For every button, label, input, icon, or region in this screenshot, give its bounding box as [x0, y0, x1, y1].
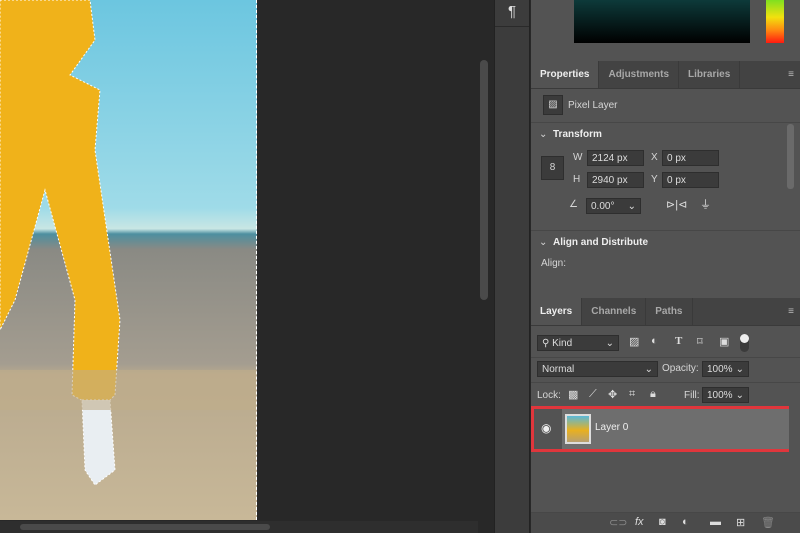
adjustment-layer-icon[interactable]: ◐ — [682, 516, 689, 528]
tab-channels[interactable]: Channels — [582, 298, 647, 325]
angle-field[interactable]: 0.00° ⌄ — [586, 198, 641, 214]
lock-all-icon[interactable]: 🔒︎ — [650, 388, 656, 401]
x-label: X — [651, 152, 658, 163]
new-group-folder-icon[interactable]: ▬ — [710, 516, 721, 528]
kind-value: Kind — [552, 338, 573, 349]
panel-menu-icon[interactable]: ≡ — [782, 298, 800, 325]
tab-adjustments[interactable]: Adjustments — [599, 61, 680, 88]
flip-horizontal-icon[interactable]: ⊳|⊲ — [666, 198, 687, 211]
lock-paint-brush-icon[interactable]: ⟋ — [589, 388, 597, 401]
link-icon[interactable]: 8 — [541, 156, 564, 180]
pixel-layer-icon: ▨ — [543, 95, 563, 115]
align-header[interactable]: Align and Distribute — [553, 237, 648, 248]
blend-mode-value: Normal — [542, 364, 575, 375]
fx-icon[interactable]: fx — [635, 516, 644, 528]
vertical-scrollbar[interactable] — [480, 60, 488, 300]
angle-icon: ∠ — [569, 199, 578, 210]
panel-icon-strip: ¶ — [494, 0, 530, 533]
image-with-selection[interactable] — [0, 0, 257, 520]
color-field[interactable] — [574, 0, 750, 43]
properties-scrollbar[interactable] — [787, 124, 794, 189]
y-label: Y — [651, 174, 658, 185]
x-field[interactable]: 0 px — [662, 150, 719, 166]
type-filter-icon[interactable]: T — [675, 335, 682, 347]
smart-object-filter-icon[interactable]: ▣ — [719, 335, 729, 348]
align-label: Align: — [541, 258, 567, 269]
visibility-eye-icon[interactable]: ◉ — [541, 421, 551, 435]
lock-transparency-icon[interactable]: ▩ — [568, 388, 578, 401]
properties-panel: Properties Adjustments Libraries ≡ ▨ Pix… — [531, 61, 800, 297]
flip-vertical-icon[interactable]: ⏚ — [700, 196, 711, 212]
hue-slider[interactable] — [766, 0, 784, 43]
shape-filter-icon[interactable]: ⌑ — [697, 335, 703, 348]
layer-row[interactable]: ◉ Layer 0 — [531, 406, 789, 452]
blend-mode-select[interactable]: Normal ⌄ — [537, 361, 658, 377]
fill-label: Fill: — [684, 390, 700, 401]
photo-figure — [0, 0, 256, 486]
tab-layers[interactable]: Layers — [531, 298, 583, 325]
new-layer-icon[interactable]: ⊞ — [736, 516, 745, 529]
paragraph-icon[interactable]: ¶ — [495, 0, 529, 27]
adjustment-filter-icon[interactable]: ◐ — [651, 335, 658, 347]
opacity-value: 100% — [707, 364, 733, 375]
layer-thumbnail — [565, 414, 591, 444]
tab-libraries[interactable]: Libraries — [679, 61, 741, 88]
color-picker-panel — [531, 0, 800, 58]
chevron-down-icon[interactable]: ⌄ — [539, 237, 547, 248]
lock-position-move-icon[interactable]: ✥ — [608, 388, 617, 401]
angle-value: 0.00° — [591, 201, 615, 212]
h-label: H — [573, 174, 581, 185]
panel-menu-icon[interactable]: ≡ — [782, 61, 800, 88]
lock-label: Lock: — [537, 390, 561, 401]
tab-properties[interactable]: Properties — [531, 61, 600, 88]
width-field[interactable]: 2124 px — [587, 150, 644, 166]
opacity-field[interactable]: 100% ⌄ — [702, 361, 749, 377]
layer-type-label: Pixel Layer — [568, 100, 618, 111]
transform-header[interactable]: Transform — [553, 129, 602, 140]
height-field[interactable]: 2940 px — [587, 172, 644, 188]
link-layers-icon[interactable]: ⊂⊃ — [609, 516, 627, 529]
pixel-filter-icon[interactable]: ▨ — [629, 335, 639, 348]
y-field[interactable]: 0 px — [662, 172, 719, 188]
w-label: W — [573, 152, 583, 163]
kind-filter-select[interactable]: ⚲ Kind ⌄ — [537, 335, 619, 351]
fill-field[interactable]: 100% ⌄ — [702, 387, 749, 403]
fill-value: 100% — [707, 390, 733, 401]
right-panels: Properties Adjustments Libraries ≡ ▨ Pix… — [531, 0, 800, 533]
chevron-down-icon[interactable]: ⌄ — [539, 129, 547, 140]
layers-footer: ⊂⊃ fx ◙ ◐ ▬ ⊞ 🗑︎ — [531, 512, 800, 533]
lock-artboard-icon[interactable]: ⌗ — [629, 388, 635, 401]
layer-name[interactable]: Layer 0 — [595, 422, 628, 433]
add-mask-icon[interactable]: ◙ — [659, 516, 666, 528]
filter-toggle[interactable] — [740, 334, 749, 352]
layers-panel: Layers Channels Paths ≡ ⚲ Kind ⌄ ▨ ◐ T ⌑ … — [531, 298, 800, 533]
horizontal-scroll-thumb[interactable] — [20, 524, 270, 530]
tab-paths[interactable]: Paths — [646, 298, 693, 325]
opacity-label: Opacity: — [662, 363, 699, 374]
trash-icon[interactable]: 🗑︎ — [761, 516, 775, 529]
